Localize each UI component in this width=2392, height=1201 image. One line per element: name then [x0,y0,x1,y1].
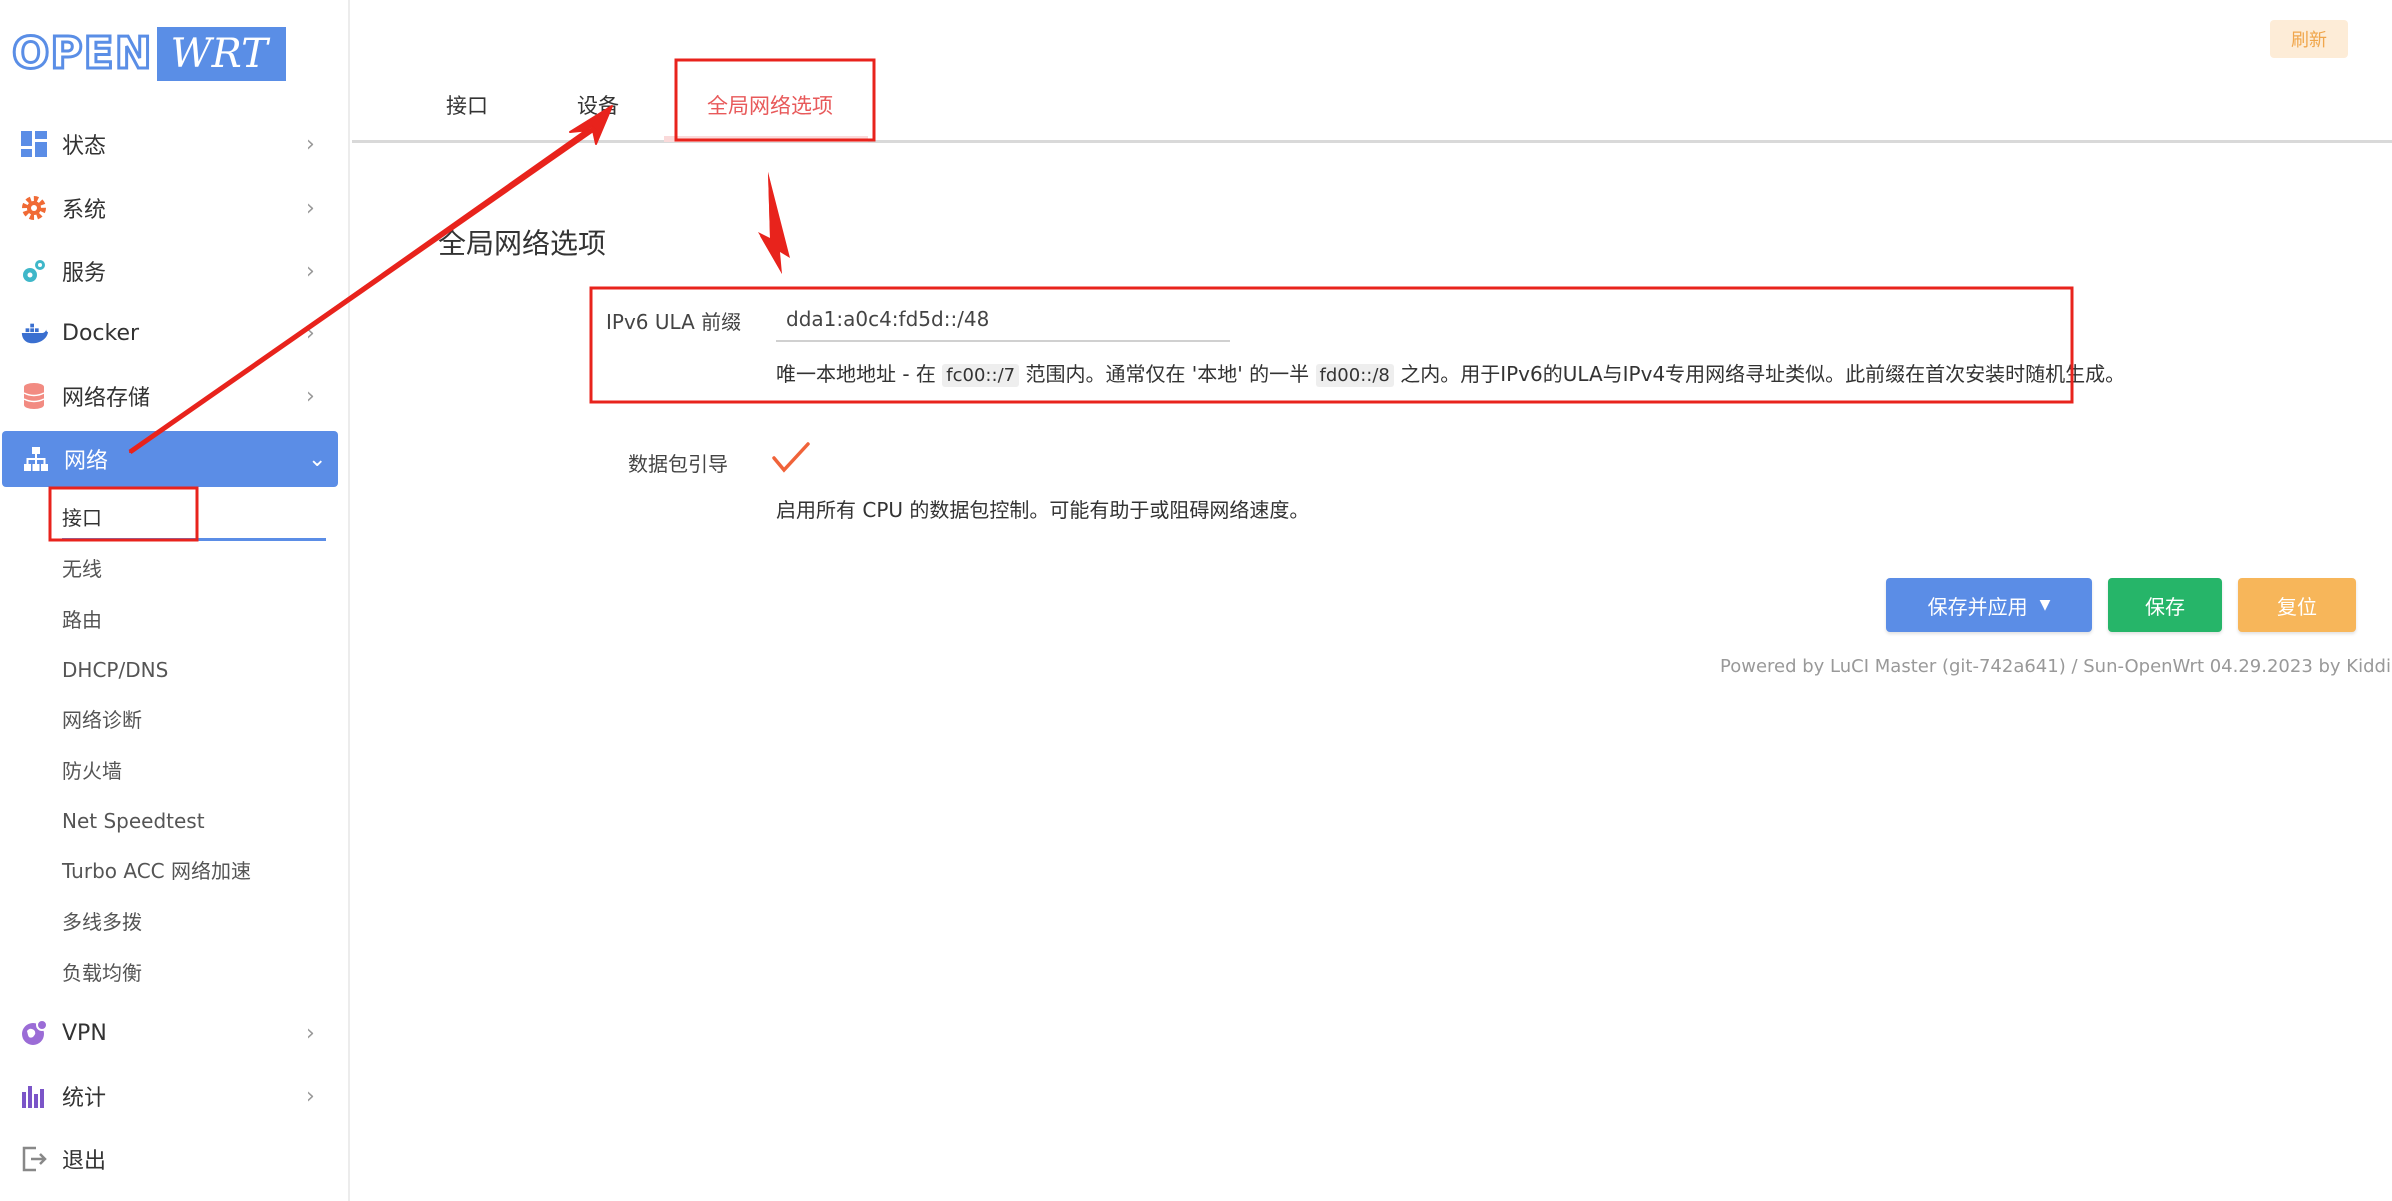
sidebar-subitem-wireless[interactable]: 无线 [62,551,102,587]
sidebar-subitem-interfaces[interactable]: 接口 [62,500,102,536]
sidebar-subitem-diagnostics[interactable]: 网络诊断 [62,702,142,738]
tab-interfaces[interactable]: 接口 [446,88,488,124]
reset-button[interactable]: 复位 [2238,578,2356,632]
dashboard-icon [20,130,48,158]
annotation-arrow-down-head [758,172,790,274]
footer-powered-by: Powered by LuCI Master (git-742a641) / S… [1720,656,2392,677]
ula-desc-text: 之内。用于IPv6的ULA与IPv4专用网络寻址类似。此前缀在首次安装时随机生成… [1400,362,2126,386]
tab-devices[interactable]: 设备 [577,88,619,124]
chevron-down-icon: ⌄ [308,446,327,472]
save-apply-label: 保存并应用 [1927,594,2028,619]
openwrt-logo[interactable]: OPEN WRT [11,26,286,82]
bar-chart-icon [20,1082,48,1110]
packet-steering-checkbox[interactable] [770,440,812,476]
active-tab-underline [664,136,868,142]
ula-code-fd00: fd00::/8 [1315,364,1394,387]
sidebar-subitem-routes[interactable]: 路由 [62,602,102,638]
sidebar-item-statistics[interactable]: 统计 › [0,1068,338,1124]
ula-desc-text: 范围内。通常仅在 '本地' 的一半 [1025,362,1310,386]
tabs-divider [352,140,2392,143]
database-icon [20,382,48,410]
ula-desc-text: 唯一本地地址 - 在 [776,362,936,386]
services-gear-icon [20,257,48,285]
packet-steering-description: 启用所有 CPU 的数据包控制。可能有助于或阻碍网络速度。 [776,498,1310,522]
ula-prefix-input[interactable] [776,298,1230,342]
chevron-right-icon: › [306,320,315,346]
sidebar-item-logout[interactable]: 退出 [0,1131,338,1187]
ula-prefix-description: 唯一本地地址 - 在 fc00::/7 范围内。通常仅在 '本地' 的一半 fd… [776,358,2125,387]
ula-code-fc00: fc00::/7 [942,364,1020,387]
gear-icon [20,194,48,222]
sidebar-item-network[interactable]: 网络 ⌄ [2,431,338,487]
sidebar-item-label: 服务 [62,261,107,286]
section-title: 全局网络选项 [438,227,607,260]
caret-down-icon[interactable]: ▼ [2040,597,2051,613]
sidebar-item-system[interactable]: 系统 › [0,180,338,236]
sidebar-item-label: 状态 [62,134,107,159]
sidebar-item-label: 统计 [62,1086,107,1111]
chevron-right-icon: › [306,1083,315,1109]
chevron-right-icon: › [306,258,315,284]
sidebar-subitem-turbo-acc[interactable]: Turbo ACC 网络加速 [62,853,251,889]
sidebar-item-docker[interactable]: Docker › [0,305,338,361]
save-button[interactable]: 保存 [2108,578,2222,632]
sidebar-subitem-speedtest[interactable]: Net Speedtest [62,803,205,839]
sidebar-subitem-firewall[interactable]: 防火墙 [62,753,122,789]
chevron-right-icon: › [306,383,315,409]
chevron-right-icon: › [306,195,315,221]
sidebar-item-label: 网络 [64,449,109,474]
sidebar-subitem-multi-dial[interactable]: 多线多拨 [62,904,142,940]
logo-open-text: OPEN [11,27,154,81]
checkmark-icon [772,442,810,473]
docker-whale-icon [20,319,48,347]
sidebar-item-services[interactable]: 服务 › [0,243,338,299]
network-icon [22,445,50,473]
sidebar-item-nas[interactable]: 网络存储 › [0,368,338,424]
save-apply-button[interactable]: 保存并应用 ▼ [1886,578,2092,632]
sidebar-item-label: 退出 [62,1149,107,1174]
annotation-arrow-down [760,172,786,274]
sidebar-item-label: 系统 [62,198,107,223]
tab-global-network-options[interactable]: 全局网络选项 [707,88,833,124]
vpn-globe-icon [20,1019,48,1047]
refresh-button[interactable]: 刷新 [2270,20,2348,58]
sidebar-item-label: 网络存储 [62,386,151,411]
sidebar-subitem-load-balance[interactable]: 负载均衡 [62,955,142,991]
active-subitem-underline [62,538,326,541]
chevron-right-icon: › [306,131,315,157]
sidebar-item-label: VPN [62,1020,107,1046]
logo-wrt-text: WRT [156,27,286,81]
sidebar-item-status[interactable]: 状态 › [0,116,338,172]
sidebar-item-label: Docker [62,320,140,346]
sidebar-item-vpn[interactable]: VPN › [0,1005,338,1061]
ula-prefix-label: IPv6 ULA 前缀 [606,310,742,334]
logout-icon [20,1145,48,1173]
chevron-right-icon: › [306,1020,315,1046]
sidebar: OPEN WRT 状态 › 系统 › 服务 › Docker › 网络存储 › … [0,0,350,1201]
sidebar-subitem-dhcp-dns[interactable]: DHCP/DNS [62,652,168,688]
packet-steering-label: 数据包引导 [628,452,728,476]
